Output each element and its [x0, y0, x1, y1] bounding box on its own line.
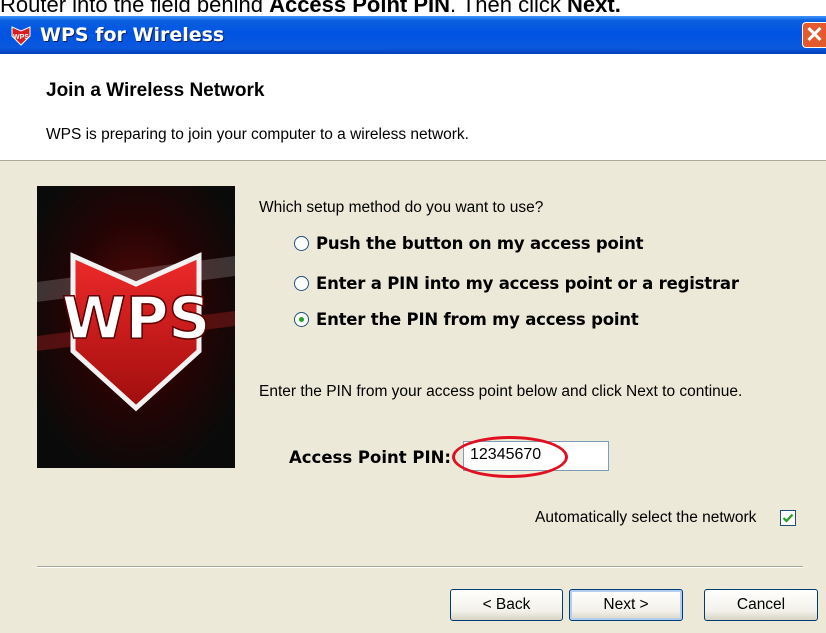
back-button[interactable]: < Back [450, 589, 563, 621]
wizard-subtitle: WPS is preparing to join your computer t… [46, 126, 469, 143]
wps-app-icon: WPS [11, 26, 31, 46]
auto-select-label: Automatically select the network [535, 509, 757, 526]
radio-button[interactable] [294, 275, 309, 291]
auto-select-checkbox[interactable] [780, 510, 796, 526]
wizard-header: Join a Wireless Network WPS is preparing… [0, 54, 826, 161]
option-push-button[interactable]: Push the button on my access point [294, 232, 644, 254]
pin-instruction: Enter the PIN from your access point bel… [259, 383, 743, 400]
close-icon: ✕ [805, 22, 824, 47]
option-label: Enter a PIN into my access point or a re… [316, 273, 739, 293]
instruction-caption: Router into the field behind Access Poin… [0, 0, 621, 16]
cancel-button[interactable]: Cancel [704, 589, 818, 621]
svg-text:WPS: WPS [13, 34, 29, 41]
footer-divider [37, 566, 803, 568]
radio-button[interactable] [294, 235, 309, 251]
wizard-title: Join a Wireless Network [46, 80, 265, 101]
next-button[interactable]: Next > [569, 589, 683, 621]
setup-method-question: Which setup method do you want to use? [259, 199, 544, 216]
title-bar[interactable]: WPS WPS for Wireless ✕ [0, 16, 826, 54]
option-enter-pin-from-ap[interactable]: Enter the PIN from my access point [294, 308, 639, 330]
pin-label: Access Point PIN: [289, 448, 452, 467]
wps-dialog-window: WPS WPS for Wireless ✕ Join a Wireless N… [0, 16, 826, 633]
window-title: WPS for Wireless [40, 24, 225, 46]
checkmark-icon [782, 513, 794, 523]
wps-logo-banner: WPS [37, 186, 235, 468]
option-label: Enter the PIN from my access point [316, 309, 639, 329]
close-button[interactable]: ✕ [802, 22, 826, 48]
radio-button-selected[interactable] [294, 311, 309, 327]
svg-text:WPS: WPS [62, 284, 210, 352]
option-label: Push the button on my access point [316, 233, 644, 253]
option-enter-pin-into-ap[interactable]: Enter a PIN into my access point or a re… [294, 272, 739, 294]
access-point-pin-input[interactable]: 12345670 [463, 441, 609, 471]
wps-shield-logo: WPS [37, 186, 235, 468]
